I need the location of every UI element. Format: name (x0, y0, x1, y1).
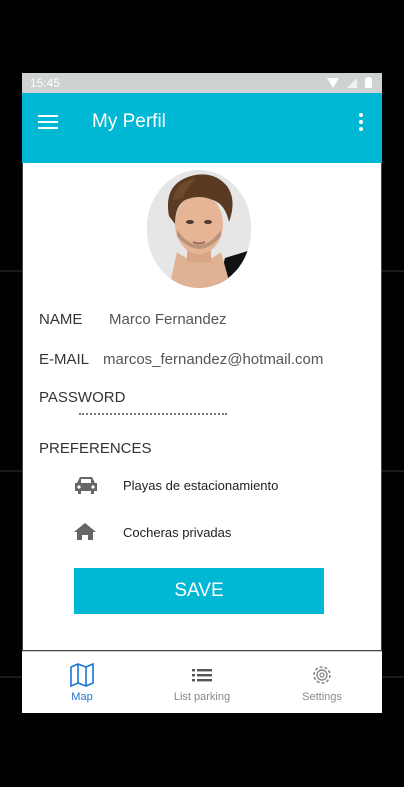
wifi-icon (327, 77, 339, 88)
save-button[interactable]: SAVE (74, 568, 324, 614)
battery-icon (365, 77, 372, 88)
password-field[interactable] (79, 413, 227, 415)
name-value[interactable]: Marco Fernandez (109, 311, 227, 328)
status-bar: 15:45 (22, 73, 382, 93)
avatar-image (147, 170, 251, 288)
menu-icon[interactable] (38, 115, 60, 131)
bottom-nav: Map List parking Settings (22, 651, 382, 713)
signal-icon (347, 77, 357, 88)
list-icon (192, 669, 212, 682)
password-label: PASSWORD (39, 389, 126, 406)
map-icon (70, 663, 94, 687)
preference-item-parking-lots[interactable]: Playas de estacionamiento (73, 475, 278, 495)
more-vert-icon[interactable] (358, 113, 364, 133)
profile-content: NAME Marco Fernandez E-MAIL marcos_ferna… (22, 163, 382, 651)
status-icons (327, 77, 372, 88)
nav-label: Settings (302, 691, 342, 703)
phone-frame: 15:45 My Perfil NAME Marco Fernandez E-M… (0, 0, 404, 787)
nav-item-map[interactable]: Map (22, 652, 142, 713)
avatar[interactable] (147, 170, 251, 288)
preference-label: Cocheras privadas (123, 524, 232, 540)
gear-icon (313, 666, 331, 684)
app-bar (22, 93, 382, 163)
home-icon (74, 523, 96, 540)
page-title: My Perfil (92, 111, 166, 132)
nav-label: Map (71, 691, 93, 703)
nav-label: List parking (173, 691, 231, 703)
nav-item-settings[interactable]: Settings (262, 652, 382, 713)
app-screen: 15:45 My Perfil NAME Marco Fernandez E-M… (22, 73, 382, 713)
preferences-label: PREFERENCES (39, 440, 152, 457)
nav-item-list-parking[interactable]: List parking (142, 652, 262, 713)
preference-item-private-garages[interactable]: Cocheras privadas (73, 522, 231, 542)
preference-label: Playas de estacionamiento (123, 477, 279, 493)
name-label: NAME (39, 311, 83, 328)
car-icon (75, 477, 97, 494)
status-time: 15:45 (30, 76, 61, 90)
email-value[interactable]: marcos_fernandez@hotmail.com (103, 351, 323, 368)
email-label: E-MAIL (39, 351, 90, 368)
